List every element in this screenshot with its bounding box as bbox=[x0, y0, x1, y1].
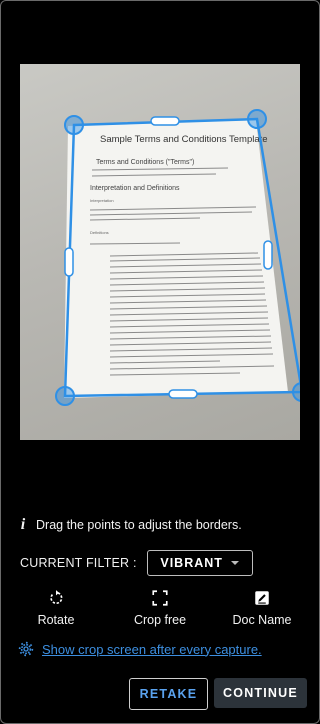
edge-handle-bottom[interactable] bbox=[168, 389, 198, 399]
corner-handle-bottom-right[interactable] bbox=[292, 382, 300, 402]
filter-label: CURRENT FILTER : bbox=[20, 556, 137, 570]
retake-button[interactable]: RETAKE bbox=[129, 678, 208, 710]
doc-section-text: Interpretation and Definitions bbox=[90, 185, 180, 192]
corner-handle-bottom-left[interactable] bbox=[55, 386, 75, 406]
edit-doc-name-icon bbox=[255, 591, 269, 605]
gear-icon bbox=[18, 641, 34, 657]
filter-row: CURRENT FILTER : VIBRANT bbox=[20, 550, 253, 576]
crop-free-label: Crop free bbox=[133, 613, 187, 627]
corner-handle-top-right[interactable] bbox=[247, 109, 267, 129]
show-crop-screen-setting[interactable]: Show crop screen after every capture. bbox=[18, 641, 262, 657]
crop-free-button[interactable]: Crop free bbox=[115, 588, 205, 627]
document-image: Sample Terms and Conditions Template Ter… bbox=[55, 109, 300, 406]
rotate-label: Rotate bbox=[37, 613, 75, 627]
crop-hint: i Drag the points to adjust the borders. bbox=[18, 516, 242, 534]
edge-handle-right[interactable] bbox=[263, 240, 273, 270]
captured-photo: Sample Terms and Conditions Template Ter… bbox=[20, 64, 300, 440]
doc-name-button[interactable]: Doc Name bbox=[217, 588, 307, 627]
edge-handle-top[interactable] bbox=[150, 116, 180, 126]
continue-button[interactable]: CONTINUE bbox=[214, 678, 307, 708]
doc-section3-text: Definitions bbox=[90, 230, 109, 235]
crop-free-icon bbox=[152, 590, 168, 606]
doc-subtitle-text: Terms and Conditions ("Terms") bbox=[96, 159, 194, 166]
rotate-icon bbox=[50, 590, 63, 605]
doc-name-label: Doc Name bbox=[232, 613, 292, 627]
hint-text: Drag the points to adjust the borders. bbox=[36, 518, 242, 532]
info-icon: i bbox=[20, 516, 26, 533]
rotate-button[interactable]: Rotate bbox=[11, 588, 101, 627]
filter-value: VIBRANT bbox=[160, 556, 223, 570]
chevron-down-icon bbox=[230, 561, 239, 565]
show-crop-screen-link[interactable]: Show crop screen after every capture. bbox=[42, 642, 262, 657]
corner-handle-top-left[interactable] bbox=[64, 115, 84, 135]
tool-bar: Rotate Crop free Doc Name bbox=[0, 588, 320, 632]
filter-dropdown[interactable]: VIBRANT bbox=[146, 550, 253, 576]
edge-handle-left[interactable] bbox=[64, 247, 74, 277]
doc-section2-text: Interpretation bbox=[90, 198, 114, 203]
doc-title-text: Sample Terms and Conditions Template bbox=[100, 134, 268, 145]
